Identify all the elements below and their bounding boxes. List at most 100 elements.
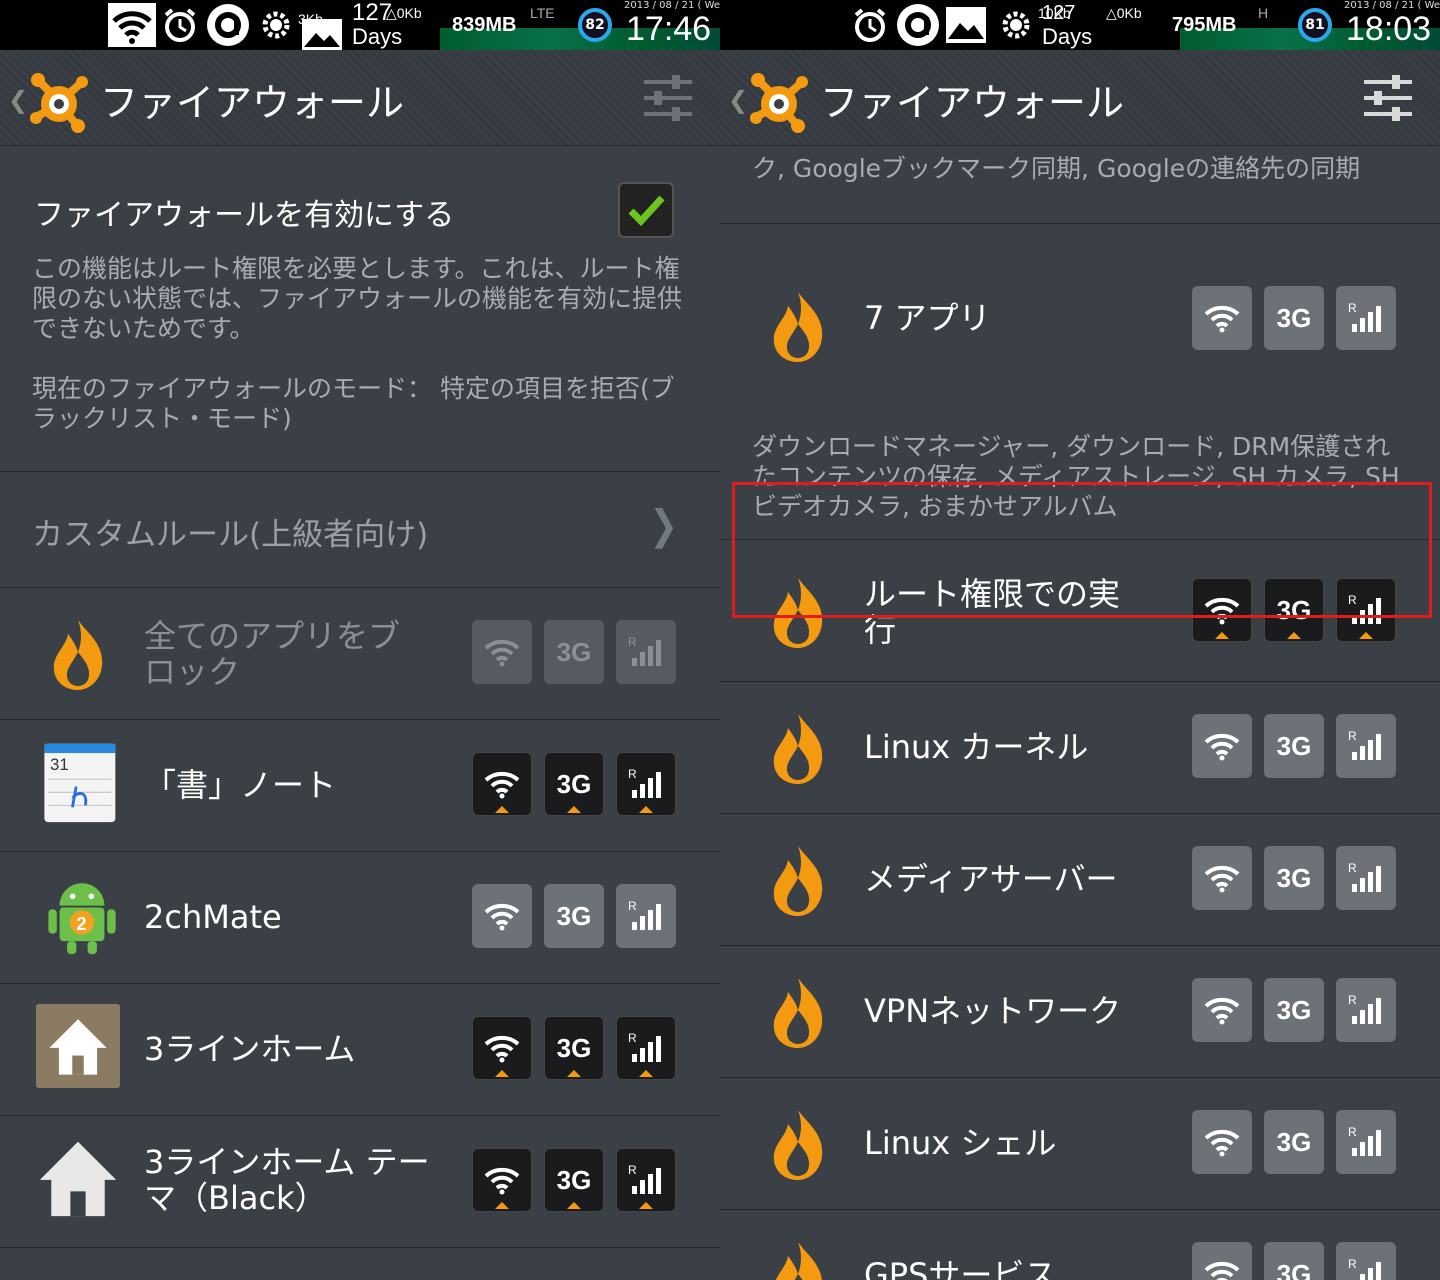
wifi-toggle[interactable] (472, 752, 532, 816)
roaming-toggle[interactable]: R (1336, 578, 1396, 642)
network-toggles: 3G R (472, 1148, 676, 1212)
app-name: ルート権限での実行 (864, 575, 1121, 649)
mobile-3g-toggle[interactable]: 3G (544, 1148, 604, 1212)
enable-firewall-title: ファイアウォールを有効にする (34, 198, 455, 233)
roaming-signal-icon: R (628, 767, 661, 798)
sliders-settings-icon[interactable] (1362, 74, 1414, 122)
app-row-linux-kernel[interactable]: Linux カーネル 3G R (720, 682, 1440, 814)
network-type: H (1258, 5, 1269, 21)
app-row-block-all[interactable]: 全てのアプリをブロック 3G R (0, 588, 720, 720)
active-indicator (639, 1070, 653, 1077)
wifi-toggle[interactable] (472, 1016, 532, 1080)
svg-text:R: R (1348, 1257, 1357, 1271)
image-status-icon (944, 0, 988, 50)
mobile-3g-toggle[interactable]: 3G (1264, 846, 1324, 910)
app-name: メディアサーバー (864, 860, 1118, 898)
android-icon: 2 (48, 883, 116, 955)
app-row-kaku-note[interactable]: 31 「書」ノート 3G R (0, 720, 720, 852)
roaming-toggle[interactable]: R (1336, 1242, 1396, 1280)
svg-text:2: 2 (76, 913, 86, 934)
enable-firewall-section: ファイアウォールを有効にする この機能はルート権限を必要とします。これは、ルート… (0, 146, 720, 472)
roaming-toggle[interactable]: R (616, 884, 676, 948)
sliders-settings-icon[interactable] (642, 74, 694, 122)
mobile-3g-toggle[interactable]: 3G (544, 752, 604, 816)
app-row-3line-home[interactable]: 3ラインホーム 3G R (0, 984, 720, 1116)
mobile-3g-toggle[interactable]: 3G (1264, 1110, 1324, 1174)
roaming-toggle[interactable]: R (1336, 978, 1396, 1042)
action-bar: ❮ ファイアウォール (0, 50, 720, 146)
notebook-icon: 31 (44, 743, 116, 823)
custom-rules-label: カスタムルール(上級者向け) (32, 517, 429, 553)
wifi-icon (1204, 997, 1240, 1025)
enable-firewall-checkbox[interactable] (618, 182, 674, 238)
mobile-3g-toggle[interactable]: 3G (1264, 578, 1324, 642)
svg-text:R: R (1348, 593, 1357, 607)
mobile-3g-toggle[interactable]: 3G (544, 1016, 604, 1080)
roaming-toggle[interactable]: R (616, 752, 676, 816)
app-row-gps-service[interactable]: GPSサービス 3G R (720, 1210, 1440, 1280)
roaming-toggle[interactable]: R (1336, 1110, 1396, 1174)
avast-logo-icon (30, 73, 88, 133)
mobile-3g-toggle[interactable]: 3G (1264, 1242, 1324, 1280)
mobile-3g-toggle[interactable]: 3G (1264, 978, 1324, 1042)
mobile-3g-toggle[interactable]: 3G (544, 620, 604, 684)
wifi-toggle[interactable] (472, 620, 532, 684)
active-indicator (1359, 632, 1373, 639)
roaming-toggle[interactable]: R (1336, 286, 1396, 350)
wifi-toggle[interactable] (1192, 1110, 1252, 1174)
roaming-toggle[interactable]: R (1336, 714, 1396, 778)
app-name: 全てのアプリをブロック (144, 617, 401, 691)
app-row-3line-home-theme[interactable]: 3ラインホーム テーマ（Black） 3G R (0, 1116, 720, 1248)
app-row-2chmate[interactable]: 2 2chMate 3G R (0, 852, 720, 984)
app-name: 3ラインホーム テーマ（Black） (144, 1143, 430, 1217)
wifi-toggle[interactable] (1192, 714, 1252, 778)
roaming-signal-icon: R (1348, 993, 1381, 1024)
roaming-toggle[interactable]: R (616, 1148, 676, 1212)
wifi-icon (484, 1167, 520, 1195)
app-row-7-apps[interactable]: 7 アプリ 3G R ダウンロードマネージャー, ダウンロード, DRM保護され… (720, 224, 1440, 540)
roaming-signal-icon: R (1348, 593, 1381, 624)
wifi-icon (484, 1035, 520, 1063)
roaming-signal-icon: R (1348, 729, 1381, 760)
wifi-toggle[interactable] (1192, 1242, 1252, 1280)
memory-usage: 795MB (1172, 14, 1237, 36)
network-toggles: 3G R (1192, 714, 1396, 778)
roaming-toggle[interactable]: R (616, 1016, 676, 1080)
page-title: ファイアウォール (100, 81, 405, 125)
roaming-signal-icon: R (1348, 861, 1381, 892)
active-indicator (495, 1070, 509, 1077)
upload-counter: △0Kb (386, 5, 422, 21)
app-row-vpn-network[interactable]: VPNネットワーク 3G R (720, 946, 1440, 1078)
wifi-toggle[interactable] (472, 1148, 532, 1212)
roaming-toggle[interactable]: R (1336, 846, 1396, 910)
svg-text:R: R (628, 635, 637, 649)
flame-icon (775, 1242, 822, 1280)
custom-rules-item[interactable]: カスタムルール(上級者向け) ❯ (0, 472, 720, 588)
chevron-right-icon: ❯ (649, 502, 679, 550)
wifi-toggle[interactable] (1192, 846, 1252, 910)
app-row-root-execution[interactable]: ルート権限での実行 3G R (720, 540, 1440, 682)
roaming-toggle[interactable]: R (616, 620, 676, 684)
mobile-3g-toggle[interactable]: 3G (1264, 286, 1324, 350)
wifi-toggle[interactable] (1192, 286, 1252, 350)
svg-text:R: R (628, 1163, 637, 1177)
network-toggles: 3G R (1192, 1242, 1396, 1280)
network-toggles: 3G R (1192, 978, 1396, 1042)
app-name: 「書」ノート (144, 766, 337, 804)
app-row-media-server[interactable]: メディアサーバー 3G R (720, 814, 1440, 946)
wifi-toggle[interactable] (1192, 978, 1252, 1042)
flame-icon (53, 620, 103, 690)
mobile-3g-toggle[interactable]: 3G (1264, 714, 1324, 778)
wifi-toggle[interactable] (472, 884, 532, 948)
network-toggles: 3G R (472, 752, 676, 816)
app-row-linux-shell[interactable]: Linux シェル 3G R (720, 1078, 1440, 1210)
wifi-toggle[interactable] (1192, 578, 1252, 642)
wifi-icon (1204, 597, 1240, 625)
mobile-3g-toggle[interactable]: 3G (544, 884, 604, 948)
network-toggles: 3G R (1192, 846, 1396, 910)
svg-text:R: R (1348, 301, 1357, 315)
active-indicator (567, 1202, 581, 1209)
wifi-icon (1204, 1129, 1240, 1157)
app-status-icon (896, 0, 940, 50)
home-icon (36, 1004, 120, 1088)
